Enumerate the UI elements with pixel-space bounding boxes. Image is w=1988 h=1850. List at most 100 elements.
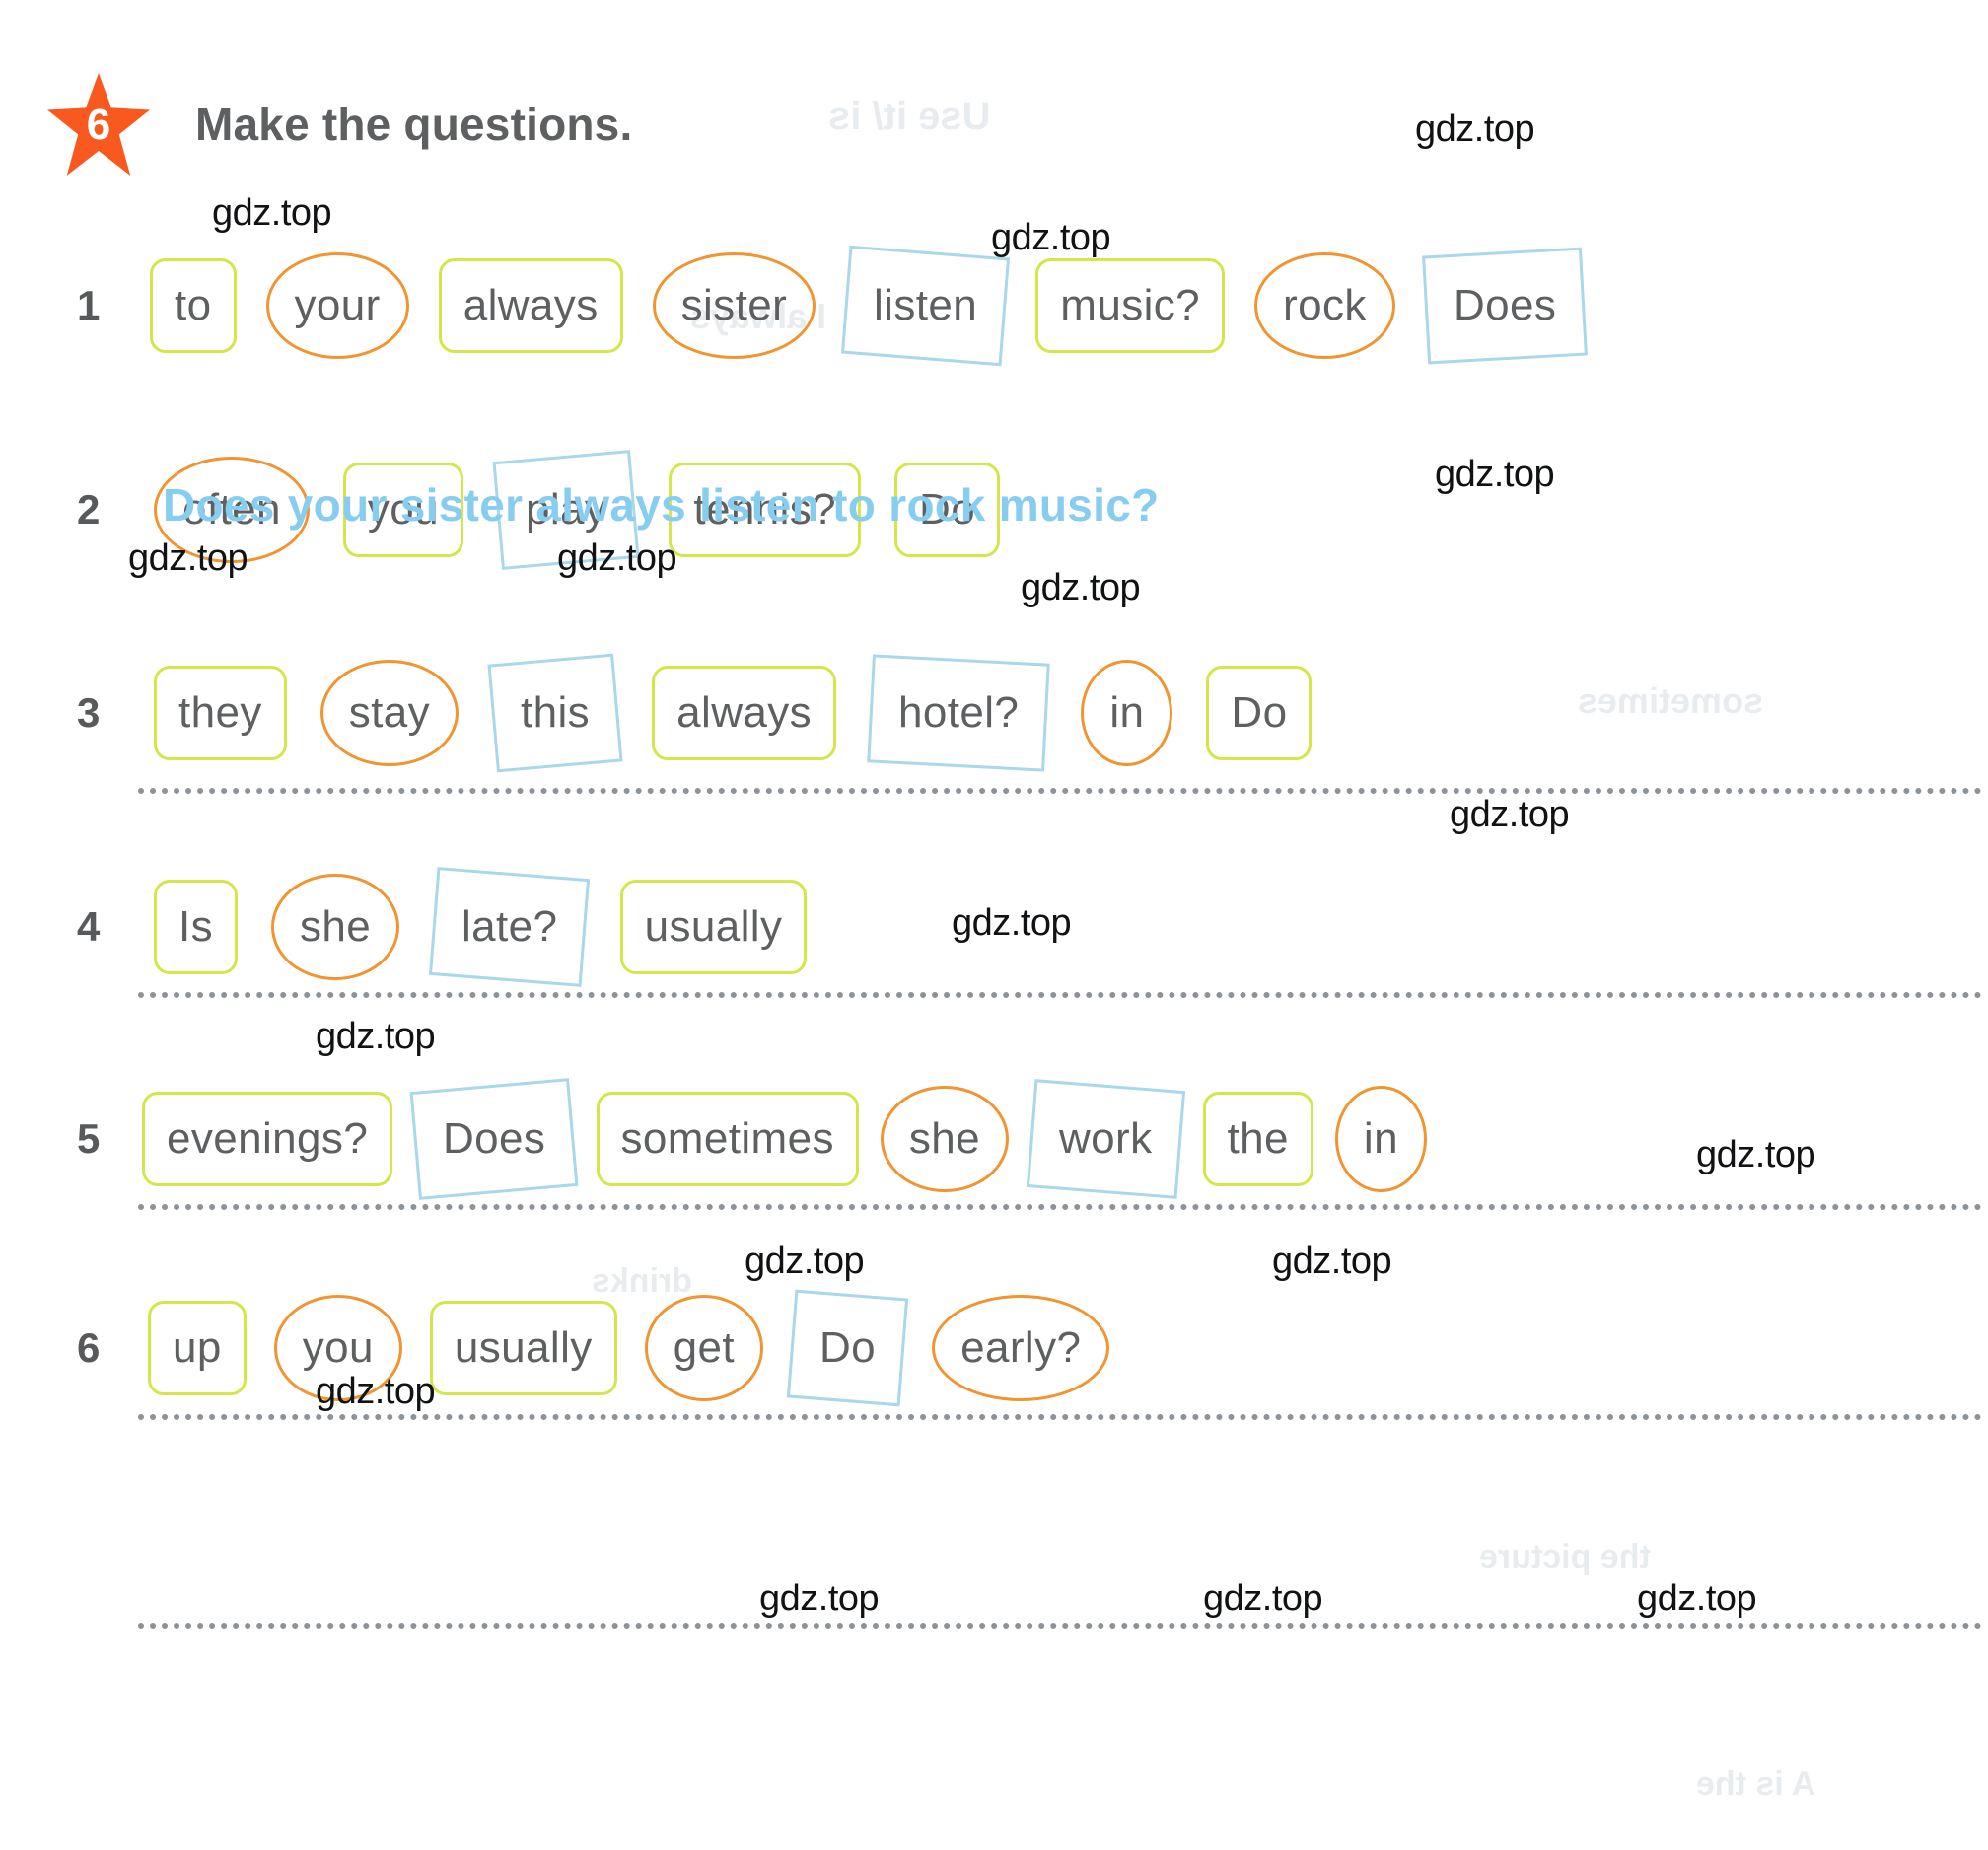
question-row: 5 evenings? Does sometimes she work the in — [77, 1078, 1427, 1200]
word-chip[interactable]: up — [148, 1301, 247, 1395]
word-chip-label: work — [1059, 1114, 1153, 1163]
watermark: gdz.top — [557, 537, 677, 579]
word-chip-label: in — [1109, 688, 1145, 737]
word-chip[interactable]: Do — [786, 1289, 909, 1407]
word-chip[interactable]: in — [1334, 1086, 1427, 1192]
watermark: gdz.top — [316, 1371, 436, 1412]
watermark: gdz.top — [1272, 1241, 1392, 1282]
word-chip-label: Is — [178, 902, 214, 951]
watermark: gdz.top — [1637, 1578, 1757, 1619]
bleedthrough-text: A is the — [1696, 1765, 1816, 1803]
question-number: 1 — [77, 282, 101, 328]
answer-dotted-line[interactable] — [138, 782, 1982, 794]
exercise-header: 6 Make the questions. — [47, 73, 632, 176]
watermark: gdz.top — [745, 1241, 865, 1282]
word-chip[interactable]: always — [438, 258, 623, 353]
word-chip[interactable]: usually — [619, 880, 808, 974]
word-chip-label: early? — [960, 1323, 1082, 1372]
word-chip-label: evenings? — [167, 1114, 369, 1163]
word-chip[interactable]: stay — [320, 660, 460, 766]
word-chip-label: in — [1363, 1114, 1398, 1163]
word-chip[interactable]: she — [880, 1086, 1010, 1192]
word-chip[interactable]: Do — [1206, 666, 1313, 760]
word-chip[interactable]: rock — [1254, 252, 1395, 359]
word-chip-label: your — [294, 281, 381, 329]
question-row: 6 up you usually get Do early? — [77, 1289, 1110, 1407]
word-chip[interactable]: always — [652, 666, 837, 760]
word-chip-label: this — [521, 688, 591, 737]
word-chip[interactable]: Is — [154, 880, 239, 974]
word-chip-label: Does — [1453, 281, 1557, 329]
word-chip-label: always — [462, 281, 599, 329]
word-chip[interactable]: Does — [1421, 247, 1589, 365]
word-chip-label: late? — [462, 902, 558, 951]
answer-text[interactable]: Does your sister always listen to rock m… — [163, 478, 1160, 532]
word-chip[interactable]: early? — [932, 1295, 1110, 1401]
word-chip[interactable]: Does — [409, 1078, 580, 1200]
word-chip-label: to — [175, 281, 212, 329]
question-row: 4 Is she late? usually — [77, 867, 808, 987]
word-chip-label: she — [908, 1114, 981, 1163]
word-chip[interactable]: late? — [429, 867, 591, 987]
answer-dotted-line[interactable] — [138, 986, 1982, 998]
word-chip[interactable]: listen — [841, 245, 1011, 367]
word-chip-label: music? — [1060, 281, 1201, 329]
word-chip[interactable]: to — [150, 258, 237, 353]
word-chip[interactable]: sister — [652, 252, 816, 359]
exercise-number: 6 — [86, 101, 111, 149]
watermark: gdz.top — [128, 537, 248, 579]
word-chip-label: sister — [680, 281, 788, 329]
word-chip-label: hotel? — [898, 688, 1020, 737]
question-row: 1 to your always sister listen music? rock Does — [77, 245, 1589, 367]
question-number: 4 — [77, 903, 101, 950]
word-chip[interactable]: music? — [1035, 258, 1226, 353]
word-chip[interactable]: evenings? — [142, 1092, 393, 1186]
word-chip-label: up — [173, 1323, 222, 1372]
watermark: gdz.top — [1450, 794, 1570, 835]
watermark: gdz.top — [1021, 567, 1141, 608]
word-chip[interactable]: the — [1202, 1092, 1314, 1186]
word-chip[interactable]: she — [271, 874, 400, 980]
word-chip-label: Do — [819, 1323, 877, 1372]
word-chip-label: Does — [443, 1114, 546, 1163]
question-number: 6 — [77, 1324, 101, 1371]
bleedthrough-text: the picture — [1479, 1538, 1651, 1576]
word-chip-label: the — [1227, 1114, 1289, 1163]
word-chip[interactable]: they — [154, 666, 287, 760]
word-chip-label: sometimes — [620, 1114, 834, 1163]
word-chip-label: usually — [454, 1323, 593, 1372]
watermark: gdz.top — [316, 1016, 436, 1057]
word-chip-label: usually — [644, 902, 783, 951]
question-number: 2 — [77, 486, 101, 533]
watermark: gdz.top — [759, 1578, 880, 1619]
word-chip-label: listen — [874, 281, 978, 329]
word-chip[interactable]: sometimes — [596, 1092, 859, 1186]
word-chip-label: always — [676, 688, 813, 737]
word-chip[interactable]: work — [1026, 1079, 1185, 1199]
word-chip[interactable]: get — [644, 1295, 764, 1401]
question-number: 3 — [77, 689, 101, 736]
bleedthrough-text: Use it/ is — [828, 95, 991, 138]
word-chip-label: they — [178, 688, 262, 737]
word-chip-label: stay — [348, 688, 431, 737]
question-row: 3 they stay this always hotel? in Do — [77, 653, 1313, 773]
word-chip-label: she — [300, 902, 372, 951]
word-chip[interactable]: this — [487, 653, 623, 773]
answer-dotted-line[interactable] — [138, 1198, 1982, 1210]
word-chip-label: get — [673, 1323, 736, 1372]
word-chip[interactable]: hotel? — [867, 654, 1051, 772]
watermark: gdz.top — [1415, 108, 1535, 150]
watermark: gdz.top — [952, 902, 1072, 944]
watermark: gdz.top — [1203, 1578, 1323, 1619]
exercise-title: Make the questions. — [195, 99, 633, 150]
word-chip[interactable]: your — [265, 252, 409, 359]
word-chip-label: you — [302, 1323, 374, 1372]
bleedthrough-text: sometimes — [1578, 680, 1764, 721]
word-chip[interactable]: usually — [429, 1301, 617, 1395]
exercise-number-star-icon: 6 — [47, 73, 150, 176]
watermark: gdz.top — [1696, 1134, 1816, 1175]
watermark: gdz.top — [212, 192, 332, 234]
word-chip-label: Do — [1231, 688, 1288, 737]
question-number: 5 — [77, 1115, 101, 1162]
word-chip[interactable]: in — [1081, 660, 1173, 766]
